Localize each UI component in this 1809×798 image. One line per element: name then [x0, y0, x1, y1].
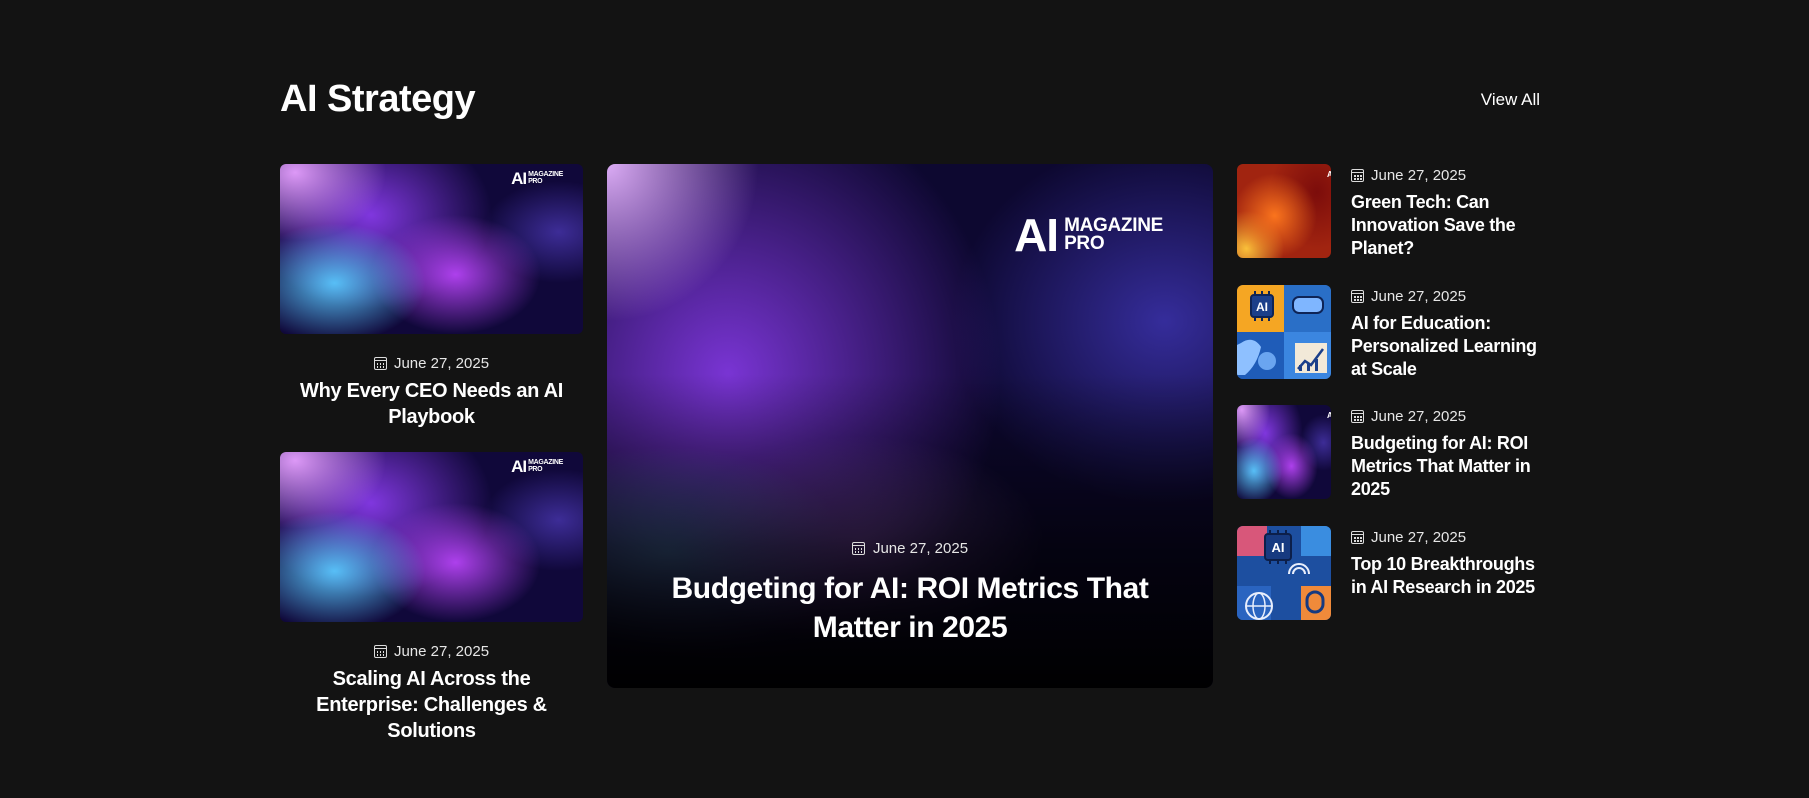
article-thumbnail[interactable]: AI MAGAZINE PRO — [280, 164, 583, 334]
article-card[interactable]: AI MAGAZINE PRO June 27, 2025 Why Every C… — [280, 164, 583, 430]
featured-article-card[interactable]: AI MAGAZINE PRO June 27, 2025 Budgeting f… — [607, 164, 1213, 688]
brand-logo: AI — [1327, 411, 1331, 420]
calendar-icon — [373, 645, 387, 658]
article-thumbnail[interactable]: AI — [1237, 164, 1331, 258]
section-title: AI Strategy — [280, 78, 476, 120]
article-date: June 27, 2025 — [1351, 408, 1466, 425]
ai-strategy-section: AI Strategy View All AI MAGAZINE PRO June… — [280, 0, 1540, 798]
view-all-link[interactable]: View All — [1481, 90, 1540, 110]
article-title[interactable]: Scaling AI Across the Enterprise: Challe… — [280, 666, 583, 744]
ai-research-illustration: AI — [1237, 526, 1331, 620]
article-thumbnail[interactable]: AI — [1237, 405, 1331, 499]
brand-logo: AI MAGAZINE PRO — [1014, 209, 1163, 261]
list-item[interactable]: AI June 27, 2025 AI for Education: Perso… — [1237, 285, 1540, 381]
featured-article-date: June 27, 2025 — [607, 540, 1213, 557]
article-date: June 27, 2025 — [1351, 288, 1466, 305]
calendar-icon — [851, 542, 865, 555]
article-date: June 27, 2025 — [280, 355, 583, 372]
calendar-icon — [1351, 410, 1364, 423]
article-date: June 27, 2025 — [280, 643, 583, 660]
article-title[interactable]: Green Tech: Can Innovation Save the Plan… — [1351, 191, 1541, 260]
calendar-icon — [373, 357, 387, 370]
calendar-icon — [1351, 290, 1364, 303]
calendar-icon — [1351, 531, 1364, 544]
article-title[interactable]: Budgeting for AI: ROI Metrics That Matte… — [1351, 432, 1541, 501]
list-item[interactable]: AI June 27, 2025 Budgeting for AI: ROI M… — [1237, 405, 1540, 501]
article-thumbnail[interactable]: AI — [1237, 526, 1331, 620]
article-title[interactable]: AI for Education: Personalized Learning … — [1351, 312, 1541, 381]
article-thumbnail[interactable]: AI — [1237, 285, 1331, 379]
brand-logo: AI MAGAZINE PRO — [511, 169, 563, 188]
article-date: June 27, 2025 — [1351, 167, 1466, 184]
list-item[interactable]: AI June 27, 2025 Top 10 Breakthroughs in… — [1237, 526, 1540, 622]
article-thumbnail[interactable]: AI MAGAZINE PRO — [280, 452, 583, 622]
svg-text:AI: AI — [1256, 300, 1268, 314]
list-item[interactable]: AI June 27, 2025 Green Tech: Can Innovat… — [1237, 164, 1540, 260]
calendar-icon — [1351, 169, 1364, 182]
svg-text:AI: AI — [1272, 540, 1285, 555]
article-title[interactable]: Top 10 Breakthroughs in AI Research in 2… — [1351, 553, 1541, 599]
brand-logo: AI — [1327, 170, 1331, 179]
featured-article-title[interactable]: Budgeting for AI: ROI Metrics That Matte… — [647, 569, 1173, 647]
article-title[interactable]: Why Every CEO Needs an AI Playbook — [280, 378, 583, 430]
article-card[interactable]: AI MAGAZINE PRO June 27, 2025 Scaling AI … — [280, 452, 583, 744]
ai-education-illustration: AI — [1237, 285, 1331, 379]
article-date: June 27, 2025 — [1351, 529, 1466, 546]
brand-logo: AI MAGAZINE PRO — [511, 457, 563, 476]
